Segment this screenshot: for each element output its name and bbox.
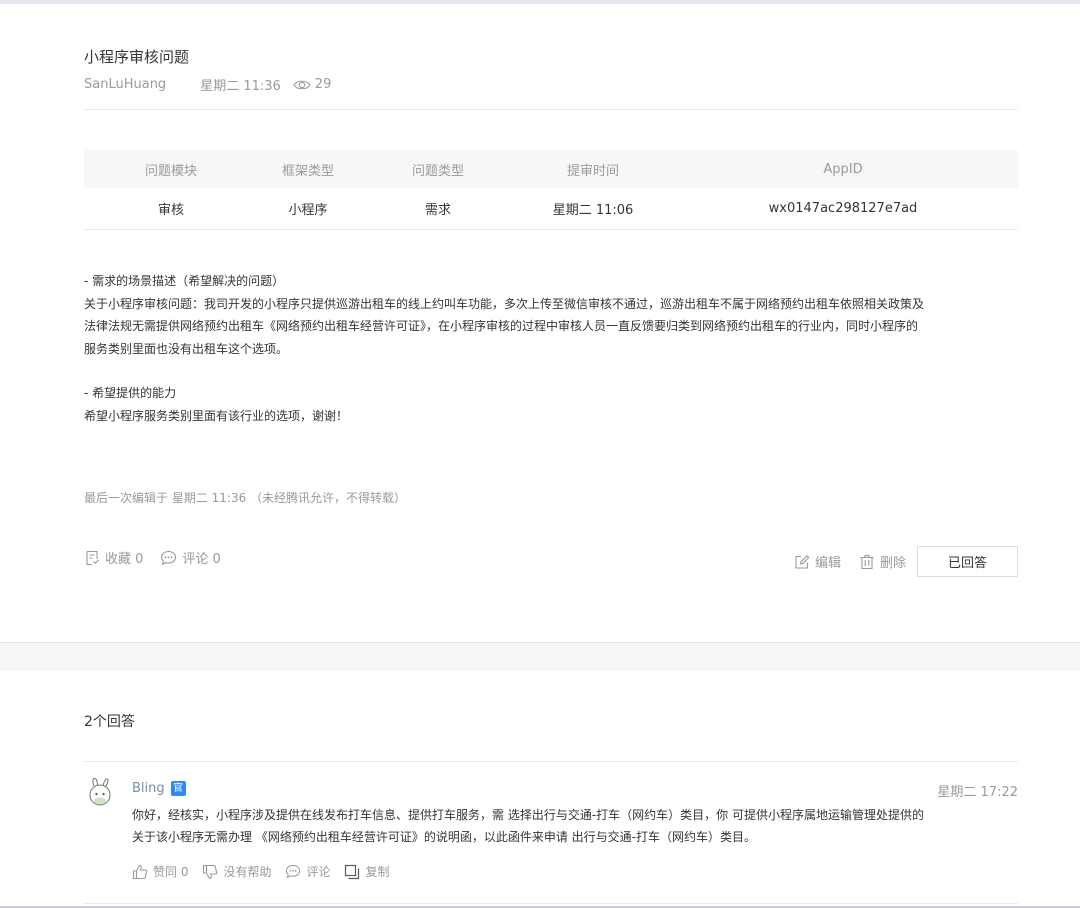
table-cell-submit-time: 星期二 11:06: [518, 188, 668, 230]
table-header-cell: AppID: [668, 150, 1018, 188]
post-meta: SanLuHuang 星期二 11:36 29: [84, 75, 331, 94]
section-separator-band: [0, 642, 1080, 671]
thumbs-up-icon: [132, 864, 148, 879]
table-cell-appid: wx0147ac298127e7ad: [668, 188, 1018, 230]
table-cell-framework: 小程序: [258, 188, 358, 230]
answer-line: 你好，经核实，小程序涉及提供在线发布打车信息、提供打车服务，需 选择出行与交通-…: [132, 808, 924, 822]
content-line: 法律法规无需提供网络预约出租车《网络预约出租车经营许可证》，在小程序审核的过程中…: [84, 319, 919, 333]
answer-username[interactable]: Bling: [132, 781, 165, 796]
last-edit-note: 最后一次编辑于 星期二 11:36 （未经腾讯允许，不得转载）: [84, 491, 407, 505]
table-header-cell: 问题模块: [84, 150, 258, 188]
eye-icon: [293, 80, 311, 89]
favorite-button[interactable]: 收藏 0: [84, 548, 143, 567]
comment-icon: [161, 550, 177, 565]
view-count: 29: [293, 77, 332, 92]
answers-count: 2个回答: [84, 714, 135, 730]
table-header-cell: 提审时间: [518, 150, 668, 188]
answer-user: Bling 官: [132, 781, 186, 796]
delete-icon: [860, 554, 874, 569]
edit-icon: [795, 554, 810, 569]
top-border: [0, 0, 1080, 4]
post-title: 小程序审核问题: [84, 48, 190, 66]
post-author[interactable]: SanLuHuang: [84, 77, 166, 92]
agree-label: 赞同 0: [153, 865, 189, 879]
favorite-icon: [86, 550, 99, 565]
answer-comment-label: 评论: [306, 865, 331, 879]
delete-label: 删除: [879, 556, 906, 571]
not-helpful-label: 没有帮助: [223, 865, 272, 879]
comment-button[interactable]: 评论 0: [160, 548, 221, 567]
view-count-value: 29: [314, 77, 332, 92]
post-actions-left: 收藏 0 评论 0: [84, 548, 221, 567]
content-line: 希望小程序服务类别里面有该行业的选项，谢谢！: [84, 408, 349, 423]
agree-button[interactable]: 赞同 0: [132, 863, 188, 880]
delete-button[interactable]: 删除: [859, 552, 906, 571]
answer-comment-button[interactable]: 评论: [285, 863, 330, 880]
answer-text: 你好，经核实，小程序涉及提供在线发布打车信息、提供打车服务，需 选择出行与交通-…: [132, 804, 1018, 848]
section-title: - 希望提供的能力: [84, 386, 177, 400]
favorite-label: 收藏 0: [105, 552, 144, 567]
post-time: 星期二 11:36: [200, 79, 281, 94]
question-info-table: 问题模块 框架类型 问题类型 提审时间 AppID 审核 小程序 需求 星期二 …: [84, 150, 1018, 230]
table-header-cell: 框架类型: [258, 150, 358, 188]
table-header-cell: 问题类型: [358, 150, 518, 188]
official-badge: 官: [170, 781, 186, 796]
divider: [84, 761, 1018, 762]
answered-button[interactable]: 已回答: [917, 546, 1018, 577]
post-content: - 需求的场景描述（希望解决的问题） 关于小程序审核问题：我司开发的小程序只提供…: [84, 270, 1024, 427]
content-line: 关于小程序审核问题：我司开发的小程序只提供巡游出租车的线上约叫车功能，多次上传至…: [84, 296, 925, 311]
copy-icon: [345, 864, 360, 879]
content-line: 服务类别里面也没有出租车这个选项。: [84, 341, 289, 356]
comment-icon: [286, 864, 301, 879]
edit-label: 编辑: [814, 556, 841, 571]
copy-button[interactable]: 复制: [344, 863, 390, 880]
edit-button[interactable]: 编辑: [794, 552, 841, 571]
table-cell-module: 审核: [84, 188, 258, 230]
answer-time: 星期二 17:22: [937, 785, 1018, 800]
comment-label: 评论 0: [182, 552, 221, 567]
table-cell-type: 需求: [358, 188, 518, 230]
answer-item: Bling 官 星期二 17:22 你好，经核实，小程序涉及提供在线发布打车信息…: [84, 776, 1018, 896]
divider: [84, 903, 1018, 904]
table-row: 审核 小程序 需求 星期二 11:06 wx0147ac298127e7ad: [84, 188, 1018, 230]
answer-line: 关于该小程序无需办理 《网络预约出租车经营许可证》的说明函，以此函件来申请 出行…: [132, 830, 756, 844]
post-actions-right: 编辑 删除 已回答: [794, 546, 1018, 577]
section-title: - 需求的场景描述（希望解决的问题）: [84, 274, 285, 288]
copy-label: 复制: [365, 865, 390, 879]
thumbs-down-icon: [203, 864, 218, 879]
not-helpful-button[interactable]: 没有帮助: [202, 863, 271, 880]
avatar-bunny-icon[interactable]: [87, 777, 113, 807]
divider: [84, 109, 1018, 110]
table-header-row: 问题模块 框架类型 问题类型 提审时间 AppID: [84, 150, 1018, 188]
answer-tools: 赞同 0 没有帮助 评论 复制: [132, 863, 390, 880]
